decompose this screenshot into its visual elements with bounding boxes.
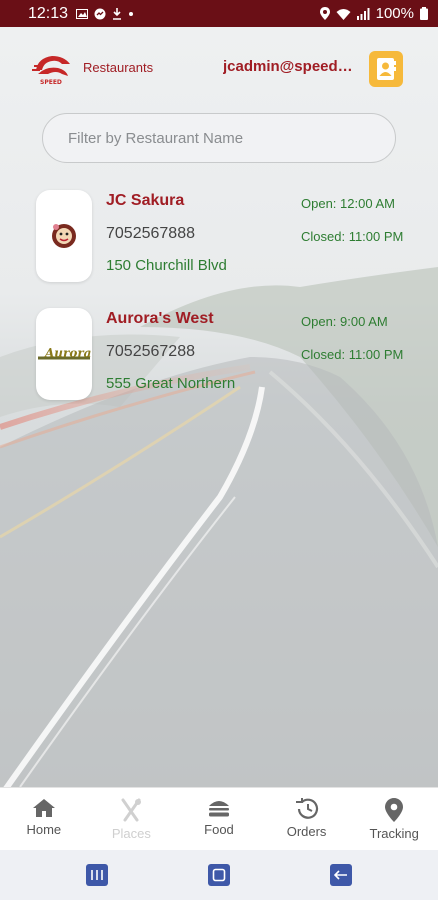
home-system-button[interactable] [208, 864, 230, 886]
dot-notification-icon [129, 11, 134, 16]
aurora-logo-text: Aurora [44, 346, 91, 360]
nav-label-tracking: Tracking [369, 826, 419, 841]
messenger-notification-icon [94, 8, 106, 19]
restaurant-open-time: Open: 9:00 AM [301, 314, 388, 329]
nav-label-home: Home [26, 822, 62, 837]
location-pin-icon [385, 798, 404, 822]
sakura-logo-icon [52, 224, 76, 248]
restaurant-card[interactable]: Aurora Aurora's West 7052567288 555 Grea… [36, 308, 416, 400]
restaurant-logo: Aurora [36, 308, 92, 400]
contact-card-icon [377, 58, 396, 80]
nav-places[interactable]: Places [88, 788, 176, 850]
signal-status-icon [356, 7, 370, 20]
burger-icon [208, 801, 229, 817]
nav-home[interactable]: Home [0, 788, 88, 850]
wifi-status-icon [336, 8, 351, 20]
restaurant-closed-time: Closed: 11:00 PM [301, 229, 404, 244]
page-title: Restaurants [83, 60, 154, 75]
nav-orders[interactable]: Orders [263, 788, 351, 850]
aurora-logo-icon: Aurora [38, 346, 91, 360]
profile-button[interactable] [369, 51, 403, 87]
restaurant-address: 555 Great Northern [106, 375, 236, 392]
notification-icons [76, 7, 134, 20]
speedy-logo: SPEED [32, 52, 72, 86]
nav-label-food: Food [204, 822, 234, 837]
download-notification-icon [113, 7, 122, 20]
location-status-icon [319, 7, 330, 20]
restaurant-closed-time: Closed: 11:00 PM [301, 347, 404, 362]
back-button[interactable] [330, 864, 352, 886]
home-square-icon [212, 868, 226, 882]
restaurant-phone: 7052567288 [106, 343, 195, 360]
home-icon [32, 799, 55, 817]
status-time: 12:13 [28, 4, 69, 22]
nav-label-places: Places [111, 826, 151, 841]
battery-icon [420, 7, 428, 20]
app-header: SPEED Restaurants jcadmin@speedychef.ca [0, 40, 438, 96]
restaurant-name: JC Sakura [106, 192, 185, 209]
user-email[interactable]: jcadmin@speedychef.ca [223, 58, 359, 75]
status-bar: 12:13 100% [0, 0, 438, 27]
restaurant-logo [36, 190, 92, 282]
history-icon [295, 798, 318, 819]
status-right: 100% [319, 5, 428, 22]
bottom-navigation: Home Places Food Orders Tracking [0, 787, 438, 850]
logo-text: SPEED [40, 79, 62, 86]
nav-tracking[interactable]: Tracking [350, 788, 438, 850]
system-navigation-bar [0, 850, 438, 900]
nav-label-orders: Orders [286, 824, 327, 839]
restaurant-filter-input[interactable] [42, 113, 396, 163]
recent-apps-button[interactable] [86, 864, 108, 886]
restaurant-address: 150 Churchill Blvd [106, 257, 227, 274]
speedy-logo-icon: SPEED [32, 56, 70, 86]
restaurant-card[interactable]: JC Sakura 7052567888 150 Churchill Blvd … [36, 190, 416, 282]
recent-apps-icon [91, 870, 103, 880]
back-arrow-icon [334, 870, 347, 880]
restaurant-name: Aurora's West [106, 310, 214, 327]
restaurant-open-time: Open: 12:00 AM [301, 196, 395, 211]
image-notification-icon [76, 8, 89, 19]
nav-food[interactable]: Food [175, 788, 263, 850]
battery-percent: 100% [375, 5, 414, 22]
utensils-icon [121, 798, 142, 822]
restaurant-phone: 7052567888 [106, 225, 195, 242]
